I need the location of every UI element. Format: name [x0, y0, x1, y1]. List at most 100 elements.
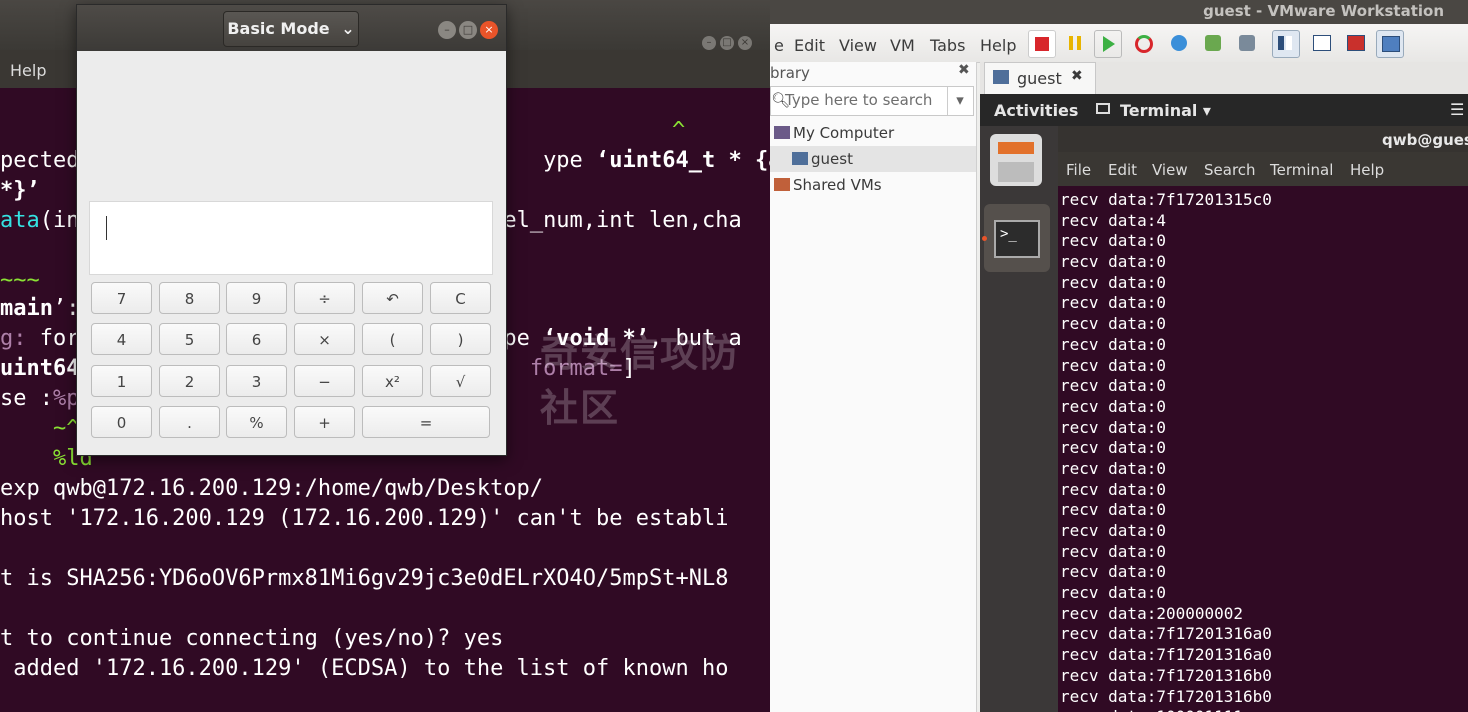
key-4-button[interactable]: 4	[91, 323, 152, 355]
key-open-paren-button[interactable]: (	[362, 323, 423, 355]
key-clear-button[interactable]: C	[430, 282, 491, 314]
mode-selector-button[interactable]: Basic Mode ⌄	[223, 11, 359, 47]
files-icon[interactable]	[990, 134, 1042, 186]
tree-item-guest[interactable]: guest	[770, 146, 976, 172]
key-close-paren-button[interactable]: )	[430, 323, 491, 355]
thumbnail-bar-icon[interactable]	[1308, 30, 1334, 56]
close-icon[interactable]: ×	[738, 36, 752, 50]
terminal-text: host '172.16.200.129 (172.16.200.129)' c…	[0, 506, 729, 531]
key-multiply-button[interactable]: ×	[294, 323, 355, 355]
search-placeholder: Type here to search	[785, 91, 933, 109]
key-1-button[interactable]: 1	[91, 365, 152, 397]
recv-line: recv data:0	[1060, 500, 1166, 520]
snapshot-icon[interactable]	[1166, 30, 1192, 56]
tree-item-my-computer[interactable]: My Computer	[770, 120, 976, 146]
minimize-icon[interactable]: –	[438, 21, 456, 39]
key-square-root-button[interactable]: √	[430, 365, 491, 397]
menu-edit[interactable]: Edit	[1108, 161, 1137, 179]
recv-line: recv data:0	[1060, 334, 1166, 354]
key-divide-button[interactable]: ÷	[294, 282, 355, 314]
recv-line: recv data:0	[1060, 355, 1166, 375]
menu-edit[interactable]: Edit	[794, 36, 825, 55]
pause-icon[interactable]	[1062, 30, 1088, 56]
terminal-text: se :	[0, 386, 53, 411]
key-0-button[interactable]: 0	[91, 406, 152, 438]
vm-tab-bar: guest ✖	[980, 62, 1468, 95]
recv-line: recv data:0	[1060, 272, 1166, 292]
guest-screen[interactable]: Activities Terminal ▾ ☰ >_ qwb@gues File…	[980, 94, 1468, 712]
key-equals-button[interactable]: =	[362, 406, 490, 438]
terminal-dock-item[interactable]: >_	[984, 204, 1050, 272]
terminal-window-controls: – □ ×	[698, 30, 752, 50]
menu-tabs[interactable]: Tabs	[930, 36, 965, 55]
menu-view[interactable]: View	[839, 36, 877, 55]
terminal-line: host '172.16.200.129 (172.16.200.129)' c…	[0, 506, 728, 531]
close-icon[interactable]: ✖	[1071, 68, 1083, 84]
terminal-text: ^	[672, 118, 686, 143]
restart-icon[interactable]	[1130, 30, 1156, 56]
library-title: brary	[770, 64, 810, 82]
recv-line: recv data:7f17201316a0	[1060, 624, 1272, 644]
menu-view[interactable]: View	[1152, 161, 1188, 179]
terminal-line: t to continue connecting (yes/no)? yes	[0, 626, 503, 651]
library-search-input[interactable]: 🔍︎ Type here to search ▾	[770, 86, 974, 116]
menu-file-partial[interactable]: e	[774, 36, 784, 55]
play-icon[interactable]	[1094, 30, 1122, 58]
system-menu-icon[interactable]: ☰	[1450, 100, 1464, 119]
minimize-icon[interactable]: –	[702, 36, 716, 50]
recv-line: recv data:0	[1060, 479, 1166, 499]
menu-help[interactable]: Help	[10, 61, 46, 80]
key-9-button[interactable]: 9	[226, 282, 287, 314]
tree-item-shared-vms[interactable]: Shared VMs	[770, 172, 976, 198]
terminal-line: ~^	[0, 416, 80, 441]
terminal-text: t is SHA256:YD6oOV6Prmx81Mi6gv29jc3e0dEL…	[0, 566, 729, 591]
terminal-text: added '172.16.200.129' (ECDSA) to the li…	[0, 656, 729, 681]
terminal-line: added '172.16.200.129' (ECDSA) to the li…	[0, 656, 728, 681]
tree-item-label: guest	[811, 150, 853, 168]
running-indicator	[982, 236, 987, 241]
terminal-text: pected	[0, 148, 80, 173]
activities-button[interactable]: Activities	[994, 101, 1078, 120]
gnome-top-bar: Activities Terminal ▾ ☰	[980, 94, 1468, 126]
key-8-button[interactable]: 8	[159, 282, 220, 314]
revert-snapshot-icon[interactable]	[1200, 30, 1226, 56]
calculator-input-field[interactable]	[89, 201, 493, 275]
key-6-button[interactable]: 6	[226, 323, 287, 355]
app-menu-terminal[interactable]: Terminal ▾	[1120, 101, 1211, 120]
vmware-titlebar: guest - VMware Workstation	[770, 0, 1468, 24]
gnome-dock: >_	[980, 126, 1058, 712]
key-7-button[interactable]: 7	[91, 282, 152, 314]
menu-vm[interactable]: VM	[890, 36, 915, 55]
snapshot-manager-icon[interactable]	[1234, 30, 1260, 56]
key-add-button[interactable]: +	[294, 406, 355, 438]
recv-line: recv data:0	[1060, 314, 1166, 334]
menu-terminal[interactable]: Terminal	[1270, 161, 1333, 179]
key-2-button[interactable]: 2	[159, 365, 220, 397]
key-subtract-button[interactable]: −	[294, 365, 355, 397]
maximize-icon[interactable]: □	[720, 36, 734, 50]
key-3-button[interactable]: 3	[226, 365, 287, 397]
terminal-text: ‘uint64_t * {ak	[596, 148, 770, 173]
menu-search[interactable]: Search	[1204, 161, 1256, 179]
full-screen-icon[interactable]	[1342, 30, 1368, 56]
unity-icon[interactable]	[1376, 30, 1404, 58]
recv-line: recv data:7f17201315c0	[1060, 190, 1272, 209]
key-percent-button[interactable]: %	[226, 406, 287, 438]
close-icon[interactable]: ×	[480, 21, 498, 39]
show-library-icon[interactable]	[1272, 30, 1300, 58]
key-5-button[interactable]: 5	[159, 323, 220, 355]
menu-help[interactable]: Help	[1350, 161, 1384, 179]
menu-help[interactable]: Help	[980, 36, 1016, 55]
key-undo-button[interactable]: ↶	[362, 282, 423, 314]
menu-file[interactable]: File	[1066, 161, 1091, 179]
power-off-icon[interactable]	[1028, 30, 1056, 58]
close-icon[interactable]: ✖	[958, 62, 970, 78]
maximize-icon[interactable]: □	[459, 21, 477, 39]
tab-guest[interactable]: guest ✖	[984, 62, 1096, 95]
chevron-down-icon[interactable]: ▾	[947, 87, 972, 115]
terminal-line: *}’	[0, 178, 40, 203]
guest-terminal-title: qwb@gues	[1382, 131, 1468, 149]
key-decimal-button[interactable]: .	[159, 406, 220, 438]
recv-line: recv data:0	[1060, 541, 1166, 561]
key-square-button[interactable]: x²	[362, 365, 423, 397]
